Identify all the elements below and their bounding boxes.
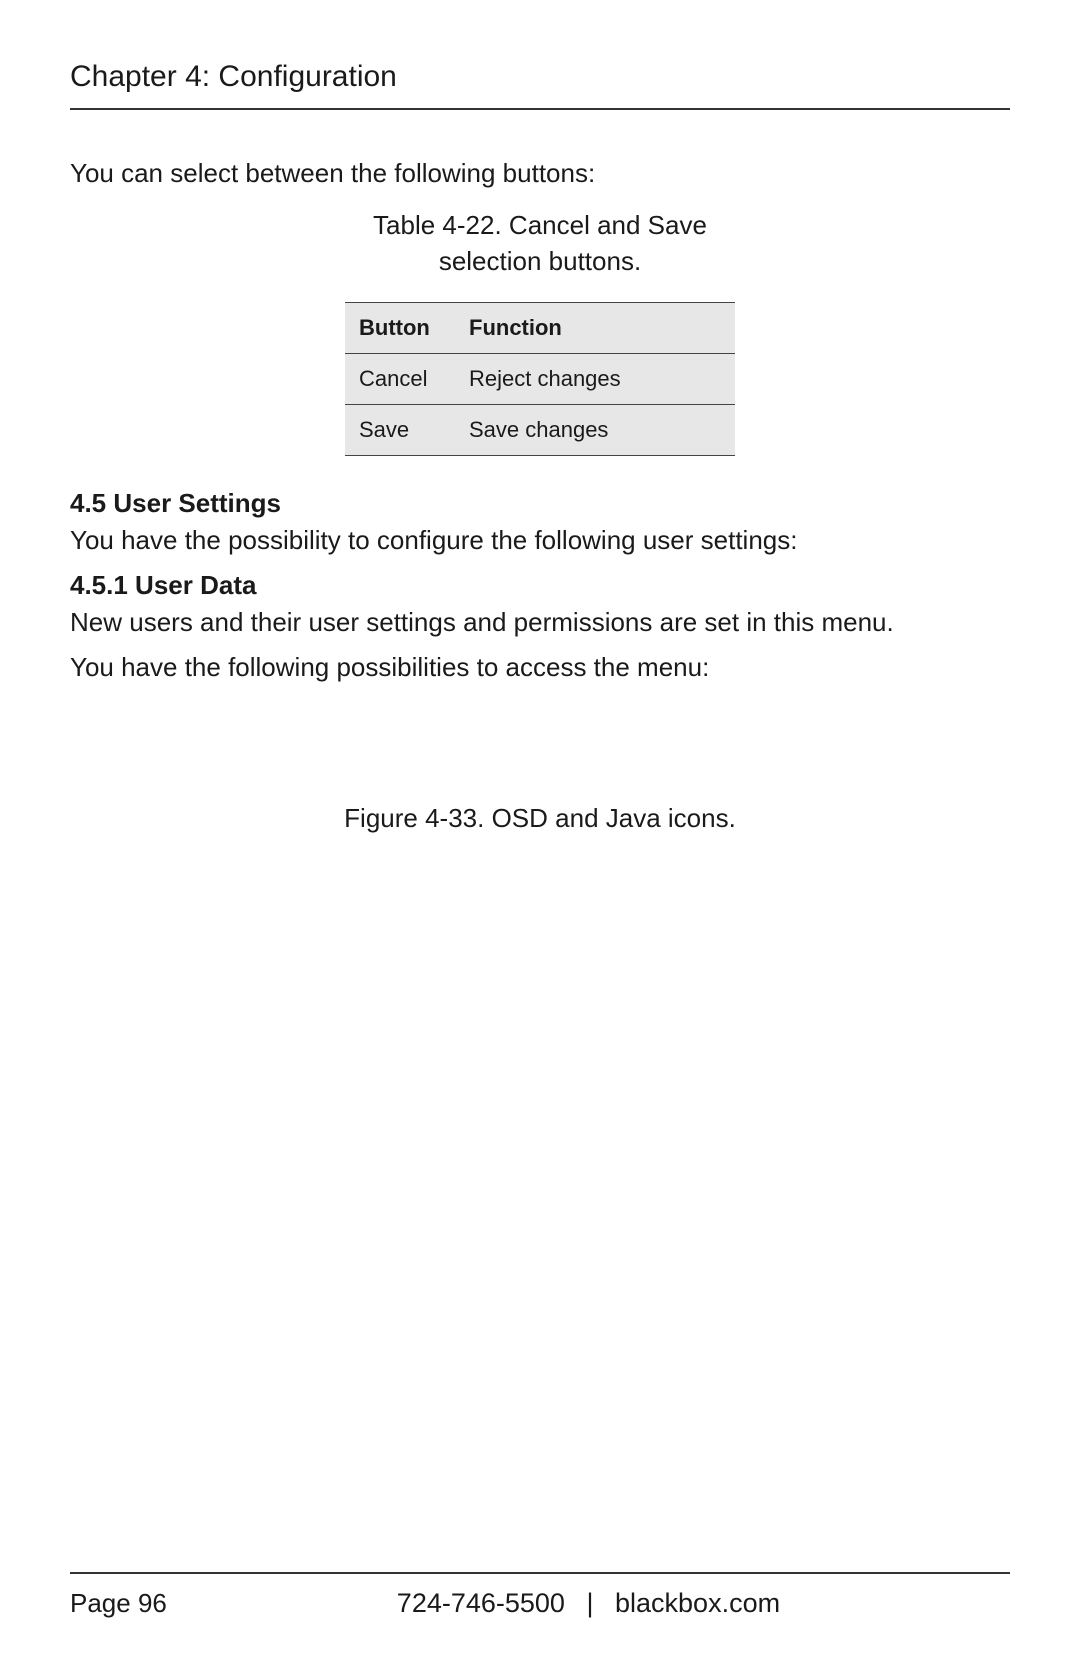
table-wrapper: Button Function Cancel Reject changes Sa… xyxy=(70,302,1010,456)
table-header-function: Function xyxy=(455,302,735,353)
figure-caption: Figure 4-33. OSD and Java icons. xyxy=(70,803,1010,834)
section-4-5-heading: 4.5 User Settings xyxy=(70,488,1010,519)
table-cell-function: Reject changes xyxy=(455,353,735,404)
page-number: Page 96 xyxy=(70,1588,167,1619)
cancel-save-table: Button Function Cancel Reject changes Sa… xyxy=(345,302,735,456)
table-cell-button: Save xyxy=(345,404,455,455)
table-caption-line1: Table 4-22. Cancel and Save xyxy=(373,210,707,240)
table-caption-line2: selection buttons. xyxy=(439,246,641,276)
section-4-5-body: You have the possibility to configure th… xyxy=(70,525,1010,556)
intro-text: You can select between the following but… xyxy=(70,158,1010,189)
table-header-button: Button xyxy=(345,302,455,353)
footer-phone: 724-746-5500 xyxy=(397,1588,565,1618)
chapter-title: Chapter 4: Configuration xyxy=(70,60,1010,110)
footer-site: blackbox.com xyxy=(615,1588,780,1618)
section-4-5-1-body1: New users and their user settings and pe… xyxy=(70,607,1010,638)
table-caption: Table 4-22. Cancel and Save selection bu… xyxy=(70,207,1010,280)
table-header-row: Button Function xyxy=(345,302,735,353)
footer-center: 724-746-5500 | blackbox.com xyxy=(167,1588,1010,1619)
table-row: Save Save changes xyxy=(345,404,735,455)
table-row: Cancel Reject changes xyxy=(345,353,735,404)
page-footer: Page 96 724-746-5500 | blackbox.com xyxy=(70,1572,1010,1619)
section-4-5-1-heading: 4.5.1 User Data xyxy=(70,570,1010,601)
table-cell-function: Save changes xyxy=(455,404,735,455)
section-4-5-1-body2: You have the following possibilities to … xyxy=(70,652,1010,683)
table-cell-button: Cancel xyxy=(345,353,455,404)
footer-divider: | xyxy=(586,1588,593,1618)
